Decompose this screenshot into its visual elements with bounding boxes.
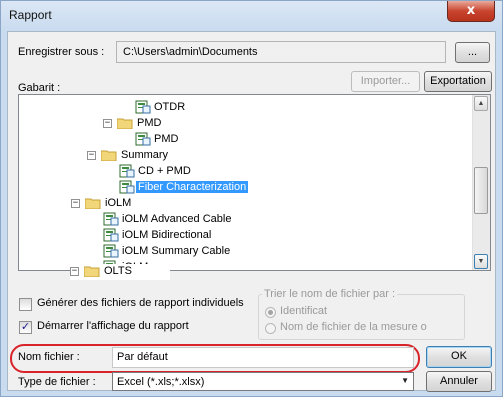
import-button[interactable]: Importer... (351, 71, 420, 92)
template-label: Gabarit : (18, 82, 61, 94)
start-display-label: Démarrer l'affichage du rapport (37, 320, 189, 332)
folder-icon (84, 266, 100, 277)
folder-icon (101, 150, 117, 161)
sort-measure-radio[interactable] (265, 323, 276, 334)
tree-folder[interactable]: − OLTS (70, 264, 170, 280)
filename-input[interactable]: Par défaut (112, 347, 414, 368)
tree-item-label: iOLM Summary Cable (122, 245, 231, 257)
collapse-icon[interactable]: − (87, 151, 96, 160)
individual-files-label: Générer des fichiers de rapport individu… (37, 297, 244, 309)
report-icon (135, 132, 151, 146)
filetype-select[interactable]: Excel (*.xls;*.xlsx) ▼ (112, 372, 414, 391)
tree-item-label: CD + PMD (138, 165, 191, 177)
close-button[interactable]: x (447, 1, 495, 22)
report-dialog: Rapport x Enregistrer sous : C:\Users\ad… (0, 0, 503, 397)
sort-group-label: Trier le nom de fichier par : (262, 288, 398, 300)
cancel-button[interactable]: Annuler (426, 371, 492, 392)
ok-button[interactable]: OK (426, 346, 492, 368)
tree-item-label: Summary (121, 149, 169, 161)
report-icon (103, 212, 119, 226)
save-as-label: Enregistrer sous : (18, 46, 105, 58)
start-display-checkbox[interactable]: ✓ (19, 321, 32, 334)
report-icon (103, 244, 119, 258)
report-icon (103, 228, 119, 242)
filename-label: Nom fichier : (18, 351, 80, 363)
scroll-thumb[interactable] (474, 167, 488, 214)
chevron-down-icon[interactable]: ▼ (401, 376, 409, 385)
collapse-icon[interactable]: − (70, 267, 79, 276)
tree-item-label: iOLM Bidirectional (122, 229, 212, 241)
tree-item-label: iOLM Advanced Cable (122, 213, 232, 225)
tree-item-label: Fiber Characterization (136, 181, 249, 193)
tree-scrollbar[interactable]: ▲ ▼ (472, 95, 490, 270)
title-bar[interactable]: Rapport x (1, 1, 503, 31)
dialog-title: Rapport (9, 8, 52, 22)
export-button[interactable]: Exportation (424, 71, 492, 92)
tree-item-label: OTDR (154, 101, 186, 113)
report-icon (119, 164, 135, 178)
report-icon (135, 100, 151, 114)
filetype-label: Type de fichier : (18, 376, 96, 388)
collapse-icon[interactable]: − (71, 199, 80, 208)
tree-item-label: OLTS (104, 265, 132, 277)
sort-measure-label: Nom de fichier de la mesure o (280, 321, 427, 333)
sort-identifier-radio[interactable] (265, 307, 276, 318)
dialog-body: Enregistrer sous : C:\Users\admin\Docume… (7, 31, 496, 392)
sort-filename-group (258, 294, 465, 340)
filetype-value: Excel (*.xls;*.xlsx) (117, 376, 205, 388)
template-tree[interactable]: OTDR − PMD PMD − Summary CD + PMD Fiber … (18, 94, 491, 271)
folder-icon (85, 198, 101, 209)
individual-files-checkbox[interactable] (19, 298, 32, 311)
sort-identifier-label: Identificat (280, 305, 328, 317)
tree-item-label: iOLM (105, 197, 132, 209)
scroll-up-icon[interactable]: ▲ (474, 96, 488, 111)
collapse-icon[interactable]: − (103, 119, 112, 128)
tree-item-label: PMD (137, 117, 162, 129)
scroll-down-icon[interactable]: ▼ (474, 254, 488, 269)
tree-item-label: PMD (154, 133, 179, 145)
folder-icon (117, 118, 133, 129)
browse-button[interactable]: ... (455, 42, 490, 63)
close-icon: x (466, 3, 476, 18)
report-icon (119, 180, 135, 194)
save-path-field[interactable]: C:\Users\admin\Documents (116, 41, 446, 63)
